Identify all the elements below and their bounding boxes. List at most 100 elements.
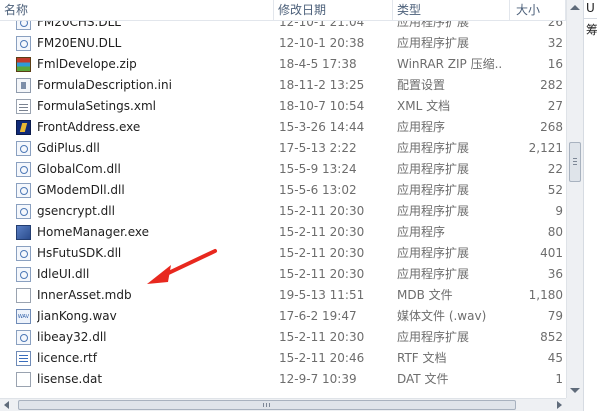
file-type: 应用程序扩展 bbox=[397, 141, 470, 155]
horizontal-scroll-thumb[interactable] bbox=[18, 400, 516, 410]
file-date: 15-2-11 20:30 bbox=[279, 246, 365, 260]
dll-file-icon bbox=[16, 246, 31, 261]
file-row[interactable]: FmlDevelope.zip 18-4-5 17:38 WinRAR ZIP 压缩… bbox=[0, 54, 566, 75]
dll-file-icon bbox=[16, 36, 31, 51]
wav-audio-icon bbox=[16, 309, 31, 324]
file-type: MDB 文件 bbox=[397, 288, 453, 302]
file-row[interactable]: HomeManager.exe 15-2-11 20:30 应用程序 80 bbox=[0, 222, 566, 243]
file-date: 18-11-2 13:25 bbox=[279, 78, 365, 92]
file-size: 36 bbox=[547, 267, 563, 281]
file-size: 282 bbox=[540, 78, 563, 92]
file-size: 79 bbox=[547, 309, 563, 323]
file-row[interactable]: GModemDll.dll 15-5-6 13:02 应用程序扩展 52 bbox=[0, 180, 566, 201]
file-size: 2,121 bbox=[528, 141, 563, 155]
scroll-right-arrow-icon[interactable] bbox=[557, 401, 562, 409]
vertical-scroll-thumb[interactable] bbox=[569, 142, 581, 182]
dll-file-icon bbox=[16, 162, 31, 177]
file-name: FM20ENU.DLL bbox=[37, 36, 122, 50]
file-name: lisense.dat bbox=[37, 372, 103, 386]
file-type: DAT 文件 bbox=[397, 372, 449, 386]
file-name: GdiPlus.dll bbox=[37, 141, 100, 155]
file-date: 17-6-2 19:47 bbox=[279, 309, 357, 323]
file-date: 17-5-13 2:22 bbox=[279, 141, 357, 155]
file-type: 媒体文件 (.wav) bbox=[397, 309, 487, 323]
file-row[interactable]: libeay32.dll 15-2-11 20:30 应用程序扩展 852 bbox=[0, 327, 566, 348]
right-pane-text-1: U bbox=[586, 1, 595, 15]
file-size: 268 bbox=[540, 120, 563, 134]
file-type: 应用程序扩展 bbox=[397, 267, 470, 281]
scroll-down-arrow-icon[interactable] bbox=[570, 388, 580, 393]
file-name: FormulaDescription.ini bbox=[37, 78, 172, 92]
file-row[interactable]: GdiPlus.dll 17-5-13 2:22 应用程序扩展 2,121 bbox=[0, 138, 566, 159]
file-size: 52 bbox=[547, 183, 563, 197]
file-list: FM20CHS.DLL 12-10-1 21:04 应用程序扩展 26 FM20ENU.… bbox=[0, 12, 566, 398]
file-size: 27 bbox=[547, 99, 563, 113]
file-type: 应用程序扩展 bbox=[397, 330, 470, 344]
file-type: RTF 文档 bbox=[397, 351, 447, 365]
scrollbar-corner bbox=[566, 398, 583, 411]
file-type: 应用程序扩展 bbox=[397, 246, 470, 260]
file-row[interactable]: lisense.dat 12-9-7 10:39 DAT 文件 1 bbox=[0, 369, 566, 390]
file-row[interactable]: HsFutuSDK.dll 15-2-11 20:30 应用程序扩展 401 bbox=[0, 243, 566, 264]
xml-document-icon bbox=[16, 99, 31, 114]
file-type: 应用程序扩展 bbox=[397, 183, 470, 197]
file-row[interactable]: InnerAsset.mdb 19-5-13 11:51 MDB 文件 1,180 bbox=[0, 285, 566, 306]
file-row[interactable]: licence.rtf 15-2-11 20:46 RTF 文档 45 bbox=[0, 348, 566, 369]
scroll-up-arrow-icon[interactable] bbox=[570, 5, 580, 10]
file-date: 15-2-11 20:46 bbox=[279, 351, 365, 365]
file-row[interactable]: FM20ENU.DLL 12-10-1 20:38 应用程序扩展 32 bbox=[0, 33, 566, 54]
scroll-left-arrow-icon[interactable] bbox=[4, 401, 9, 409]
file-size: 9 bbox=[555, 204, 563, 218]
file-size: 45 bbox=[547, 351, 563, 365]
file-type: 应用程序扩展 bbox=[397, 162, 470, 176]
file-row[interactable]: GlobalCom.dll 15-5-9 13:24 应用程序扩展 22 bbox=[0, 159, 566, 180]
file-date: 12-9-7 10:39 bbox=[279, 372, 357, 386]
file-type: 应用程序 bbox=[397, 120, 446, 134]
file-date: 15-2-11 20:30 bbox=[279, 330, 365, 344]
file-date: 15-2-11 20:30 bbox=[279, 267, 365, 281]
file-type: 应用程序扩展 bbox=[397, 36, 470, 50]
column-header-bar: 名称 修改日期 类型 大小 bbox=[0, 0, 566, 21]
right-pane-text-2: 筹 bbox=[586, 23, 597, 37]
dll-file-icon bbox=[16, 204, 31, 219]
column-header-name[interactable]: 名称 bbox=[0, 0, 274, 20]
column-header-date[interactable]: 修改日期 bbox=[274, 0, 393, 20]
file-row[interactable]: FormulaSetings.xml 18-10-7 10:54 XML 文档 27 bbox=[0, 96, 566, 117]
file-size: 1,180 bbox=[528, 288, 563, 302]
file-date: 15-2-11 20:30 bbox=[279, 225, 365, 239]
zip-archive-icon bbox=[16, 57, 31, 72]
file-date: 19-5-13 11:51 bbox=[279, 288, 365, 302]
file-date: 12-10-1 20:38 bbox=[279, 36, 365, 50]
vertical-scrollbar[interactable] bbox=[566, 0, 583, 398]
file-type: 应用程序 bbox=[397, 225, 446, 239]
horizontal-scrollbar[interactable] bbox=[0, 398, 566, 411]
file-name: FmlDevelope.zip bbox=[37, 57, 137, 71]
file-date: 15-3-26 14:44 bbox=[279, 120, 365, 134]
file-size: 16 bbox=[547, 57, 563, 71]
file-size: 401 bbox=[540, 246, 563, 260]
file-name: HsFutuSDK.dll bbox=[37, 246, 122, 260]
file-row[interactable]: FormulaDescription.ini 18-11-2 13:25 配置设置 2… bbox=[0, 75, 566, 96]
file-date: 18-10-7 10:54 bbox=[279, 99, 365, 113]
file-name: licence.rtf bbox=[37, 351, 97, 365]
file-size: 22 bbox=[547, 162, 563, 176]
dll-file-icon bbox=[16, 141, 31, 156]
dat-file-icon bbox=[16, 372, 31, 387]
file-date: 15-2-11 20:30 bbox=[279, 204, 365, 218]
file-name: JianKong.wav bbox=[37, 309, 117, 323]
exe-home-icon bbox=[16, 225, 31, 240]
file-name: FrontAddress.exe bbox=[37, 120, 141, 134]
column-header-size[interactable]: 大小 bbox=[510, 0, 566, 20]
file-name: InnerAsset.mdb bbox=[37, 288, 132, 302]
file-name: GModemDll.dll bbox=[37, 183, 125, 197]
file-row[interactable]: IdleUI.dll 15-2-11 20:30 应用程序扩展 36 bbox=[0, 264, 566, 285]
blank-file-icon bbox=[16, 288, 31, 303]
file-row[interactable]: FrontAddress.exe 15-3-26 14:44 应用程序 268 bbox=[0, 117, 566, 138]
file-size: 852 bbox=[540, 330, 563, 344]
dll-file-icon bbox=[16, 267, 31, 282]
file-row[interactable]: gsencrypt.dll 15-2-11 20:30 应用程序扩展 9 bbox=[0, 201, 566, 222]
file-row[interactable]: JianKong.wav 17-6-2 19:47 媒体文件 (.wav) 79 bbox=[0, 306, 566, 327]
right-pane-divider bbox=[584, 18, 597, 19]
column-header-type[interactable]: 类型 bbox=[393, 0, 510, 20]
file-name: gsencrypt.dll bbox=[37, 204, 115, 218]
